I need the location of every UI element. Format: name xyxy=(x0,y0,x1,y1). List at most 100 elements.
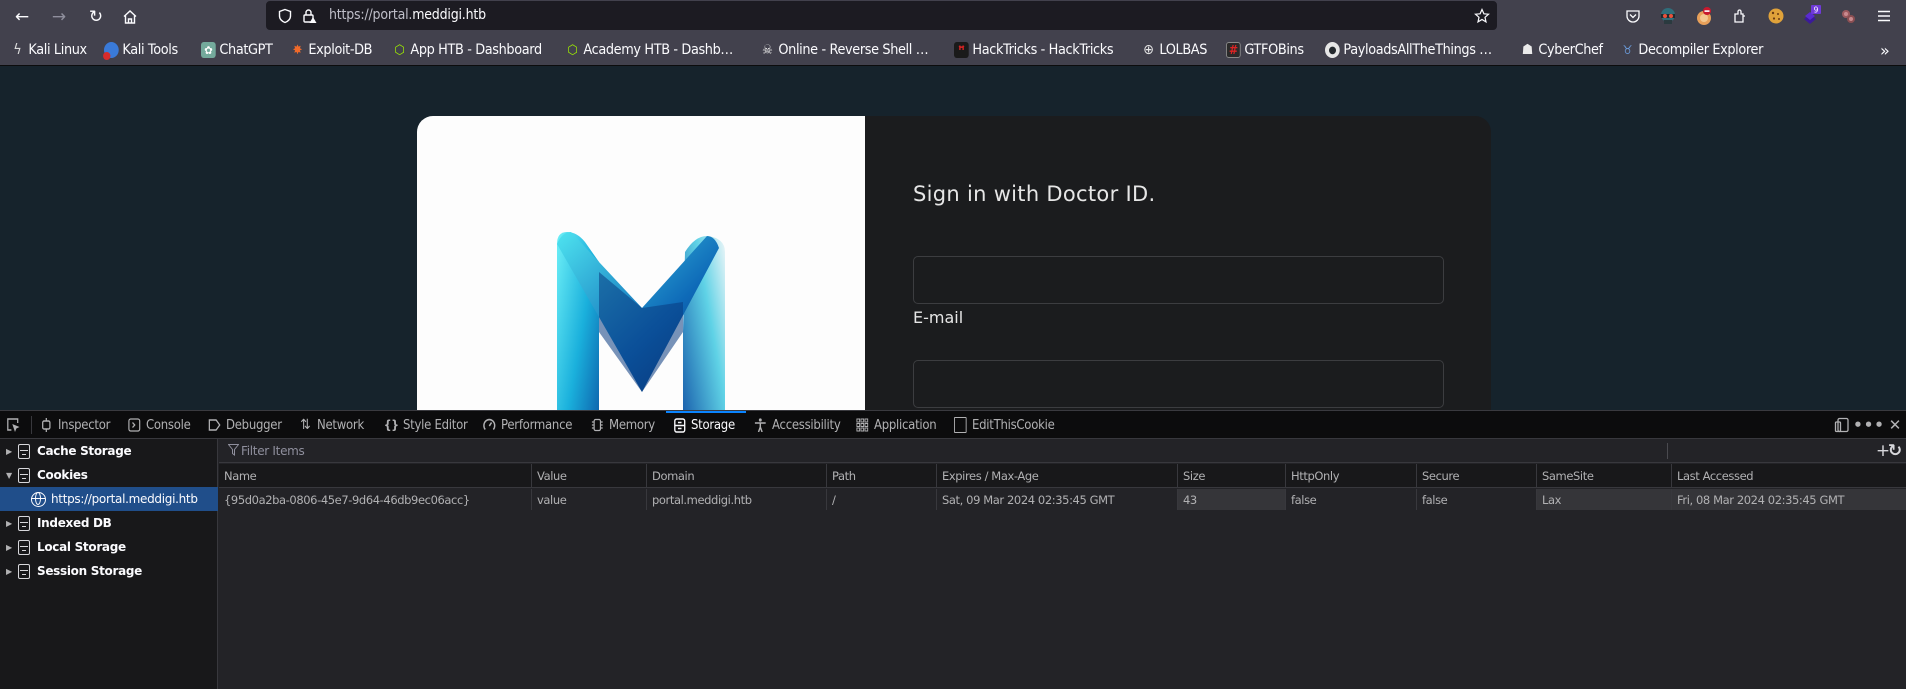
tab-performance[interactable]: Performance xyxy=(483,411,572,439)
table-cell[interactable]: false xyxy=(1285,489,1416,510)
home-button[interactable] xyxy=(117,4,143,30)
tab-style-editor[interactable]: {} Style Editor xyxy=(384,411,468,439)
bookmark-hacktricks[interactable]: ꟸ HackTricks - HackTricks xyxy=(954,40,1114,60)
tab-editthiscookie[interactable]: EditThisCookie xyxy=(954,411,1055,439)
dogbolt-icon: ♉ xyxy=(1622,43,1633,57)
element-picker-button[interactable] xyxy=(6,411,20,439)
bookmarks-overflow-button[interactable]: » xyxy=(1880,40,1890,60)
bookmark-cyberchef[interactable]: ☗ CyberChef xyxy=(1520,40,1603,60)
bookmark-gtfobins[interactable]: # GTFOBins xyxy=(1226,40,1304,60)
column-header[interactable]: Last Accessed xyxy=(1671,464,1906,487)
doctor-ref-number-input[interactable] xyxy=(913,360,1444,408)
bookmark-payloadsallthethings[interactable]: ● PayloadsAllTheThings … xyxy=(1325,40,1492,60)
tree-item-indexed-db[interactable]: ▶ Indexed DB xyxy=(0,511,218,535)
expand-arrow-icon[interactable]: ▶ xyxy=(6,567,14,576)
column-header[interactable]: Value xyxy=(531,464,646,487)
bookmark-label: CyberChef xyxy=(1538,42,1603,58)
table-cell[interactable]: portal.meddigi.htb xyxy=(646,489,826,510)
arrow-right-icon: → xyxy=(51,7,67,27)
skull-icon: ☠ xyxy=(762,42,773,58)
bookmark-app-htb[interactable]: ⬡ App HTB - Dashboard xyxy=(392,40,542,60)
dock-side-button[interactable] xyxy=(1833,416,1851,434)
url-text[interactable]: https://portal.meddigi.htb xyxy=(329,7,486,23)
table-cell[interactable]: false xyxy=(1416,489,1536,510)
url-bar[interactable]: https://portal.meddigi.htb xyxy=(266,1,1497,30)
bookmark-label: App HTB - Dashboard xyxy=(410,42,542,58)
bookmark-reverse-shell[interactable]: ☠ Online - Reverse Shell … xyxy=(760,40,928,60)
column-header[interactable]: Expires / Max-Age xyxy=(936,464,1177,487)
bookmark-star-icon[interactable] xyxy=(1473,7,1491,25)
expand-arrow-icon[interactable]: ▶ xyxy=(6,543,14,552)
element-picker-icon xyxy=(7,418,20,432)
ninja-extension-icon[interactable] xyxy=(1657,5,1679,27)
performance-icon xyxy=(483,418,496,432)
tab-accessibility[interactable]: Accessibility xyxy=(754,411,841,439)
column-header[interactable]: Name xyxy=(219,464,531,487)
table-row[interactable]: {95d0a2ba-0806-45e7-9d64-46db9ec06acc} va… xyxy=(219,489,1906,510)
tab-memory[interactable]: Memory xyxy=(591,411,655,439)
bookmark-exploit-db[interactable]: ✸ Exploit-DB xyxy=(290,40,373,60)
accessibility-icon xyxy=(754,418,767,432)
table-cell[interactable]: Lax xyxy=(1536,489,1671,510)
column-header[interactable]: Secure xyxy=(1416,464,1536,487)
refresh-items-button[interactable]: ↻ xyxy=(1885,441,1905,461)
table-cell[interactable]: Fri, 08 Mar 2024 02:35:45 GMT xyxy=(1671,489,1906,510)
tab-network[interactable]: ⇅ Network xyxy=(299,411,364,439)
email-input[interactable] xyxy=(913,256,1444,304)
filter-bar: + ↻ xyxy=(219,439,1906,463)
forward-button[interactable]: → xyxy=(46,4,72,30)
column-header[interactable]: HttpOnly xyxy=(1285,464,1416,487)
cookie-editor-icon[interactable] xyxy=(1765,5,1787,27)
filter-items-input[interactable] xyxy=(241,441,1541,461)
bookmark-lolbas[interactable]: ⊕ LOLBAS xyxy=(1141,40,1207,60)
tree-label: Cache Storage xyxy=(37,444,132,458)
bookmark-kali-tools[interactable]: Kali Tools xyxy=(103,40,178,60)
back-button[interactable]: ← xyxy=(9,4,35,30)
page-viewport: Sign in with Doctor ID. E-mail Doctor Re… xyxy=(0,67,1906,410)
reload-button[interactable]: ↻ xyxy=(83,4,109,30)
expand-arrow-icon[interactable]: ▶ xyxy=(6,447,14,456)
tree-item-session-storage[interactable]: ▶ Session Storage xyxy=(0,559,218,583)
extensions-puzzle-icon[interactable] xyxy=(1729,5,1751,27)
bookmarks-toolbar: ϟ Kali Linux Kali Tools ✿ ChatGPT ✸ Expl… xyxy=(0,33,1906,66)
tracking-protection-shield-icon[interactable] xyxy=(276,7,294,25)
table-cell[interactable]: 43 xyxy=(1177,489,1285,510)
bookmark-decompiler-explorer[interactable]: ♉ Decompiler Explorer xyxy=(1620,40,1764,60)
bookmark-chatgpt[interactable]: ✿ ChatGPT xyxy=(201,40,273,60)
more-options-button[interactable]: ••• xyxy=(1853,416,1884,434)
column-header[interactable]: Size xyxy=(1177,464,1285,487)
devtools-panel: Inspector Console Debugger ⇅ Network {} … xyxy=(0,410,1906,689)
tree-item-cookie-origin[interactable]: https://portal.meddigi.htb xyxy=(0,487,218,511)
collapse-arrow-icon[interactable]: ▼ xyxy=(6,471,14,480)
chef-hat-icon: ☗ xyxy=(1521,42,1534,58)
column-header[interactable]: Path xyxy=(826,464,936,487)
tab-debugger[interactable]: Debugger xyxy=(208,411,282,439)
bookmark-academy-htb[interactable]: ⬡ Academy HTB - Dashb… xyxy=(565,40,733,60)
tab-console[interactable]: Console xyxy=(128,411,191,439)
console-icon xyxy=(128,418,141,432)
extension-icon[interactable] xyxy=(1837,5,1859,27)
close-icon: ✕ xyxy=(1888,416,1902,434)
table-cell[interactable]: / xyxy=(826,489,936,510)
close-devtools-button[interactable]: ✕ xyxy=(1886,416,1904,434)
foxyproxy-icon[interactable] xyxy=(1693,5,1715,27)
menu-button[interactable] xyxy=(1873,5,1895,27)
bookmark-kali-linux[interactable]: ϟ Kali Linux xyxy=(10,40,87,60)
table-cell[interactable]: Sat, 09 Mar 2024 02:35:45 GMT xyxy=(936,489,1177,510)
tree-item-cookies[interactable]: ▼ Cookies xyxy=(0,463,218,487)
pocket-icon[interactable] xyxy=(1622,5,1644,27)
tree-item-local-storage[interactable]: ▶ Local Storage xyxy=(0,535,218,559)
tab-storage[interactable]: Storage xyxy=(673,411,735,439)
expand-arrow-icon[interactable]: ▶ xyxy=(6,519,14,528)
wappalyzer-icon[interactable]: 9 xyxy=(1801,5,1823,27)
tab-application[interactable]: Application xyxy=(856,411,937,439)
column-header[interactable]: SameSite xyxy=(1536,464,1671,487)
browser-window: ← → ↻ https://portal.meddigi.htb 9 ϟ Kal… xyxy=(0,0,1906,689)
column-header[interactable]: Domain xyxy=(646,464,826,487)
table-cell[interactable]: {95d0a2ba-0806-45e7-9d64-46db9ec06acc} xyxy=(219,489,531,510)
insecure-lock-icon[interactable] xyxy=(300,7,318,25)
table-cell[interactable]: value xyxy=(531,489,646,510)
github-icon: ● xyxy=(1325,42,1340,58)
tab-inspector[interactable]: Inspector xyxy=(40,411,110,439)
tree-item-cache-storage[interactable]: ▶ Cache Storage xyxy=(0,439,218,463)
